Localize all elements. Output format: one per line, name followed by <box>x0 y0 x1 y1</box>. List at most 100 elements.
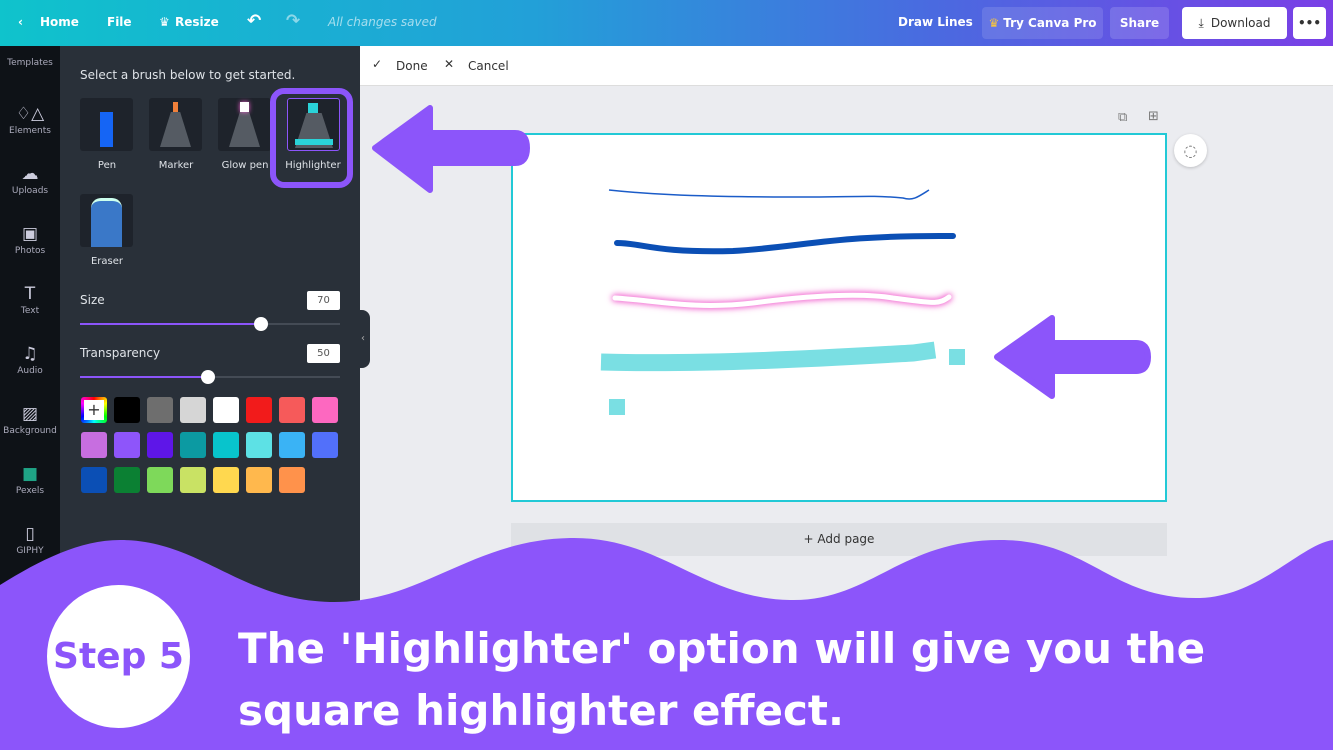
back-chevron-icon[interactable]: ‹ <box>18 15 23 29</box>
done-button[interactable]: Done <box>396 59 428 73</box>
crown-icon: ♛ <box>988 16 1000 30</box>
color-swatch[interactable] <box>81 467 107 493</box>
color-swatch[interactable] <box>246 397 272 423</box>
highlighter-square <box>609 399 625 415</box>
brush-label: Eraser <box>90 256 124 267</box>
brush-marker[interactable] <box>149 98 202 151</box>
share-button[interactable]: Share <box>1110 7 1169 39</box>
text-icon: T <box>24 284 36 304</box>
step-badge: Step 5 <box>47 585 190 728</box>
color-swatch[interactable] <box>147 467 173 493</box>
pen-stroke <box>608 189 930 200</box>
transparency-slider-handle[interactable] <box>201 370 215 384</box>
color-swatch[interactable] <box>180 432 206 458</box>
rail-pexels[interactable]: ■ Pexels <box>0 464 60 496</box>
rail-label: GIPHY <box>16 546 44 556</box>
pexels-icon: ■ <box>21 464 39 484</box>
cloud-upload-icon: ☁ <box>21 164 39 184</box>
draw-panel: Select a brush below to get started. Pen… <box>60 46 360 606</box>
download-label: Download <box>1210 16 1271 30</box>
try-pro-button[interactable]: ♛ Try Canva Pro <box>982 7 1103 39</box>
color-swatch[interactable] <box>213 432 239 458</box>
file-menu[interactable]: File <box>107 15 132 29</box>
giphy-icon: ▯ <box>25 524 35 544</box>
rail-templates[interactable]: Templates <box>0 58 60 68</box>
brush-highlighter[interactable] <box>287 98 340 151</box>
save-status: All changes saved <box>328 15 437 29</box>
duplicate-page-icon[interactable]: ⧉ <box>1118 110 1127 125</box>
size-slider-handle[interactable] <box>254 317 268 331</box>
design-page[interactable] <box>511 133 1167 502</box>
crown-icon: ♛ <box>159 15 170 29</box>
check-icon: ✓ <box>372 57 383 71</box>
rail-label: Elements <box>9 126 51 136</box>
color-swatch[interactable] <box>279 467 305 493</box>
brush-glow-pen[interactable] <box>218 98 271 151</box>
rail-label: Uploads <box>11 186 49 196</box>
more-button[interactable]: ••• <box>1293 7 1326 39</box>
resize-button[interactable]: Resize <box>175 15 219 29</box>
color-swatch[interactable] <box>246 432 272 458</box>
transparency-label: Transparency <box>80 346 161 360</box>
brush-pen[interactable] <box>80 98 133 151</box>
rail-background[interactable]: ▨ Background <box>0 404 60 436</box>
side-rail: Templates ♢△ Elements ☁ Uploads ▣ Photos TT… <box>0 46 60 606</box>
download-icon: ⤓ <box>1198 15 1204 30</box>
close-icon: ✕ <box>444 57 455 71</box>
rail-label: Audio <box>17 366 43 376</box>
add-page-button[interactable]: + Add page <box>511 523 1167 556</box>
color-swatch[interactable] <box>147 397 173 423</box>
comment-icon[interactable]: ◌ <box>1174 134 1207 167</box>
color-swatch[interactable] <box>312 397 338 423</box>
design-title[interactable]: Draw Lines <box>898 15 973 29</box>
rail-giphy[interactable]: ▯ GIPHY <box>0 524 60 556</box>
size-label: Size <box>80 293 105 307</box>
shapes-icon: ♢△ <box>15 104 45 124</box>
transparency-input[interactable]: 50 <box>307 344 340 363</box>
home-button[interactable]: Home <box>40 15 79 29</box>
transparency-slider[interactable] <box>80 370 340 384</box>
draw-toolbar: ✓ Done ✕ Cancel <box>360 46 1333 86</box>
color-swatch[interactable] <box>114 467 140 493</box>
cancel-button[interactable]: Cancel <box>468 59 509 73</box>
music-icon: ♫ <box>22 344 38 364</box>
brush-eraser[interactable] <box>80 194 133 247</box>
color-swatch[interactable] <box>213 397 239 423</box>
color-swatch[interactable] <box>180 467 206 493</box>
try-pro-label: Try Canva Pro <box>1003 16 1097 30</box>
rail-text[interactable]: T Text <box>0 284 60 316</box>
redo-icon[interactable]: ↷ <box>286 11 300 31</box>
color-swatch[interactable] <box>213 467 239 493</box>
color-swatch[interactable] <box>279 397 305 423</box>
color-swatch[interactable] <box>180 397 206 423</box>
top-bar: ‹ Home File ♛ Resize ↶ ↷ All changes sav… <box>0 0 1333 46</box>
color-swatch[interactable] <box>312 432 338 458</box>
drawing-strokes <box>600 189 965 415</box>
color-swatch[interactable] <box>114 397 140 423</box>
brush-label: Pen <box>97 160 117 171</box>
rail-photos[interactable]: ▣ Photos <box>0 224 60 256</box>
brush-label: Marker <box>158 160 194 171</box>
download-button[interactable]: ⤓ Download <box>1182 7 1287 39</box>
rail-label: Text <box>20 306 40 316</box>
glow-pen-stroke <box>612 292 952 308</box>
rail-audio[interactable]: ♫ Audio <box>0 344 60 376</box>
color-swatch[interactable] <box>279 432 305 458</box>
rail-elements[interactable]: ♢△ Elements <box>0 104 60 136</box>
size-input[interactable]: 70 <box>307 291 340 310</box>
highlighter-stroke <box>600 341 937 372</box>
rail-label: Pexels <box>15 486 45 496</box>
arrow-left-icon <box>372 105 530 193</box>
color-swatch[interactable] <box>114 432 140 458</box>
undo-icon[interactable]: ↶ <box>247 11 261 31</box>
collapse-panel-handle[interactable]: ‹ <box>356 310 370 368</box>
color-swatch[interactable] <box>147 432 173 458</box>
size-slider[interactable] <box>80 317 340 331</box>
rail-uploads[interactable]: ☁ Uploads <box>0 164 60 196</box>
color-swatch[interactable] <box>246 467 272 493</box>
brush-label: Highlighter <box>285 160 341 171</box>
rail-label: Photos <box>14 246 46 256</box>
color-swatch[interactable] <box>81 432 107 458</box>
add-page-icon[interactable]: ⊞ <box>1148 109 1159 124</box>
add-color-button[interactable]: + <box>81 397 107 423</box>
